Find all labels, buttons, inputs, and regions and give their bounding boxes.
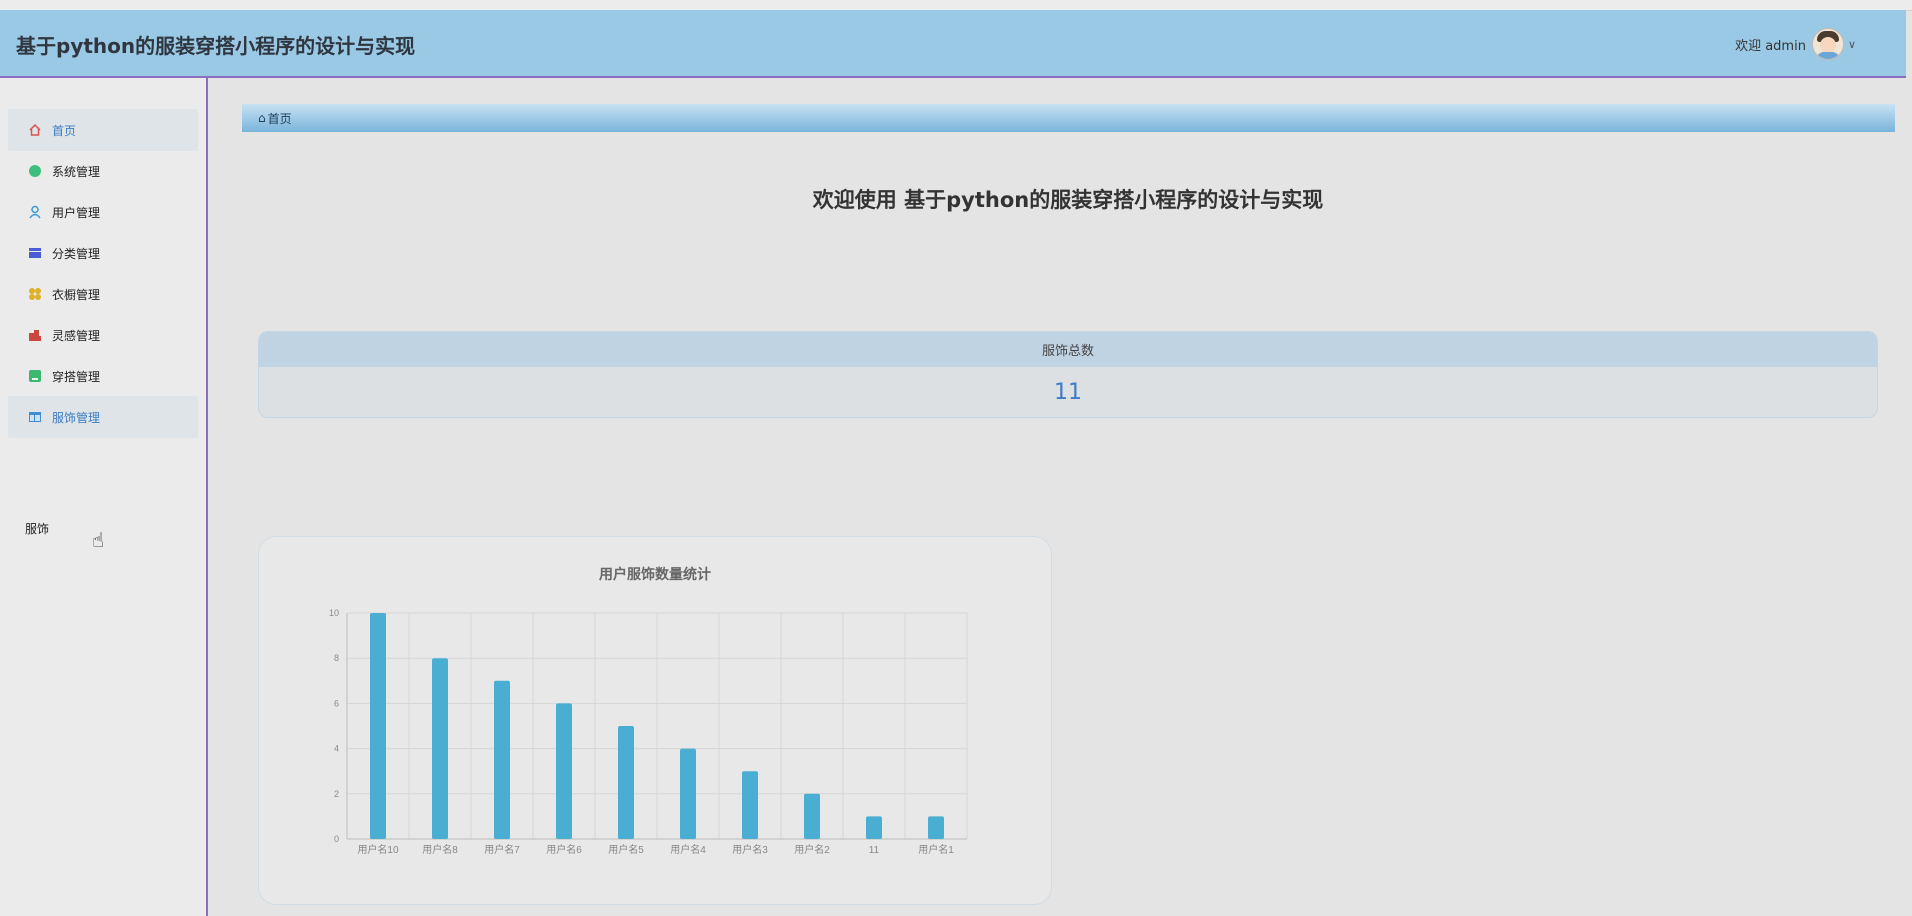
- bar[interactable]: [432, 658, 448, 839]
- sidebar-item-label: 服饰管理: [52, 410, 101, 425]
- stat-label: 服饰总数: [259, 332, 1877, 367]
- x-tick-label: 用户名10: [357, 843, 399, 856]
- bar[interactable]: [742, 771, 758, 839]
- bar[interactable]: [556, 703, 572, 839]
- sidebar-item-clothing[interactable]: 服饰管理: [8, 396, 198, 438]
- chevron-down-icon[interactable]: ∨: [1848, 38, 1856, 51]
- avatar[interactable]: [1811, 28, 1844, 60]
- category-icon: [28, 246, 42, 260]
- user-menu[interactable]: 欢迎 admin ∨: [1735, 28, 1856, 60]
- sidebar-item-label: 穿搭管理: [52, 369, 101, 384]
- sidebar-item-category[interactable]: 分类管理: [8, 232, 198, 274]
- x-tick-label: 11: [869, 845, 880, 856]
- submenu-item-clothing[interactable]: 服饰: [25, 520, 49, 537]
- sidebar-item-label: 首页: [52, 123, 77, 138]
- x-tick-label: 用户名3: [732, 843, 768, 856]
- app-title: 基于python的服装穿搭小程序的设计与实现: [16, 34, 416, 58]
- chart-card: 用户服饰数量统计 0 2 4 6 8 10 用户名10 用户名8 用户名7 用户名6 用户名5 用户名…: [258, 536, 1052, 905]
- y-tick-label: 0: [334, 834, 339, 844]
- x-tick-label: 用户名4: [670, 843, 706, 856]
- x-tick-label: 用户名2: [794, 843, 830, 856]
- bar[interactable]: [680, 748, 696, 839]
- stat-value: 11: [1054, 379, 1082, 405]
- sidebar-item-label: 衣橱管理: [52, 287, 101, 302]
- sidebar-item-inspiration[interactable]: 灵感管理: [8, 314, 198, 356]
- sidebar-item-label: 分类管理: [52, 246, 101, 261]
- home-icon[interactable]: ⌂: [258, 111, 266, 125]
- hand-cursor-icon: ☝: [92, 528, 105, 552]
- bar[interactable]: [494, 680, 510, 839]
- bar[interactable]: [866, 816, 882, 839]
- bar[interactable]: [928, 816, 944, 839]
- x-tick-label: 用户名6: [546, 843, 582, 856]
- bar[interactable]: [618, 726, 634, 839]
- y-tick-label: 6: [334, 698, 339, 708]
- x-tick-label: 用户名8: [422, 843, 458, 856]
- sidebar-item-label: 系统管理: [52, 164, 101, 179]
- x-tick-label: 用户名7: [484, 843, 520, 856]
- x-tick-label: 用户名1: [918, 843, 954, 856]
- welcome-text: 欢迎 admin: [1735, 38, 1806, 54]
- outfit-icon: [28, 369, 42, 383]
- y-tick-label: 10: [329, 608, 339, 618]
- stat-card: 服饰总数 11: [258, 331, 1878, 418]
- circle-icon: [28, 164, 42, 178]
- sidebar-item-home[interactable]: 首页: [8, 109, 198, 151]
- y-tick-label: 2: [334, 789, 339, 799]
- inspiration-icon: [28, 328, 42, 342]
- page-title: 欢迎使用 基于python的服装穿搭小程序的设计与实现: [812, 188, 1324, 212]
- sidebar-item-wardrobe[interactable]: 衣橱管理: [8, 273, 198, 315]
- sidebar-item-label: 灵感管理: [52, 328, 101, 343]
- x-tick-label: 用户名5: [608, 843, 644, 856]
- bar-chart: 0 2 4 6 8 10 用户名10 用户名8 用户名7 用户名6 用户名5 用户名4 用户名3 用户名2…: [329, 608, 968, 856]
- bar[interactable]: [370, 613, 386, 839]
- header-bar: 基于python的服装穿搭小程序的设计与实现 欢迎 admin ∨: [0, 10, 1906, 78]
- wardrobe-icon: [28, 287, 42, 301]
- home-icon: [28, 123, 42, 137]
- bar[interactable]: [804, 793, 820, 839]
- sidebar-item-outfit[interactable]: 穿搭管理: [8, 355, 198, 397]
- clothing-icon: [28, 410, 42, 424]
- y-tick-label: 8: [334, 653, 339, 663]
- breadcrumb-item-home[interactable]: 首页: [268, 110, 292, 127]
- y-tick-label: 4: [334, 744, 339, 754]
- breadcrumb: ⌂ 首页: [242, 104, 1895, 132]
